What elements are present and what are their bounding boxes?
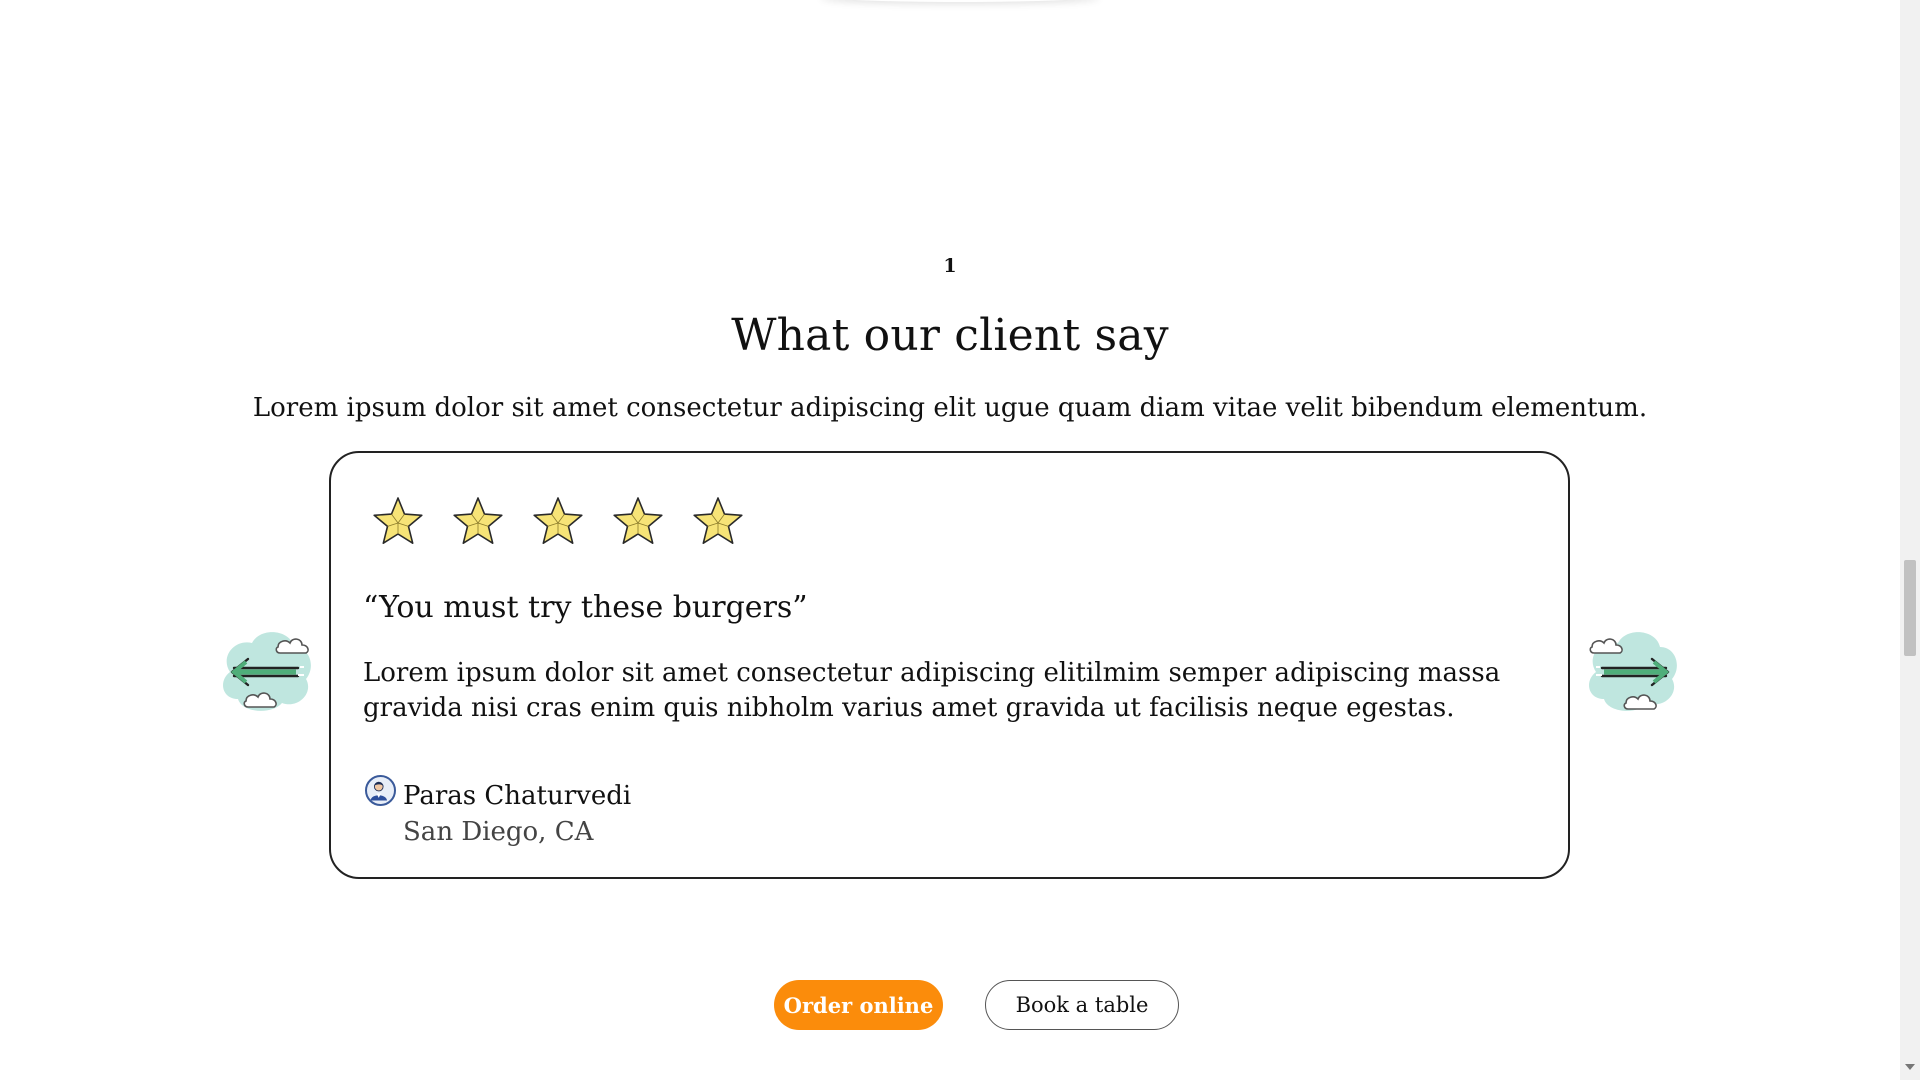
scroll-down-arrow-icon[interactable]	[1905, 1064, 1915, 1070]
star-rating	[371, 495, 745, 549]
user-avatar-icon	[370, 781, 388, 801]
star-icon	[693, 497, 743, 545]
section-title: What our client say	[731, 310, 1169, 361]
avatar	[365, 775, 396, 806]
star-icon	[533, 497, 583, 545]
prev-testimonial-button[interactable]	[212, 617, 322, 717]
arrow-left-cloud-icon	[223, 632, 311, 711]
arrow-right-cloud-icon	[1589, 632, 1677, 711]
section-subtitle: Lorem ipsum dolor sit amet consectetur a…	[252, 393, 1648, 423]
testimonial-card: “You must try these burgers” Lorem ipsum…	[329, 451, 1570, 879]
order-online-button[interactable]: Order online	[774, 980, 943, 1030]
scrollbar-thumb[interactable]	[1904, 560, 1916, 656]
testimonial-title: “You must try these burgers”	[363, 590, 808, 625]
book-table-button[interactable]: Book a table	[985, 980, 1179, 1030]
author-location: San Diego, CA	[403, 817, 594, 847]
section-number: 1	[943, 255, 957, 277]
page: 1 What our client say Lorem ipsum dolor …	[0, 0, 1920, 1080]
testimonial-text: Lorem ipsum dolor sit amet consectetur a…	[363, 658, 1501, 723]
star-icon	[453, 497, 503, 545]
next-testimonial-button[interactable]	[1578, 617, 1688, 717]
page-scrollbar[interactable]	[1900, 0, 1920, 1080]
star-icon	[373, 497, 423, 545]
author-name: Paras Chaturvedi	[403, 781, 632, 811]
star-icon	[613, 497, 663, 545]
top-shadow-edge	[820, 0, 1100, 2]
